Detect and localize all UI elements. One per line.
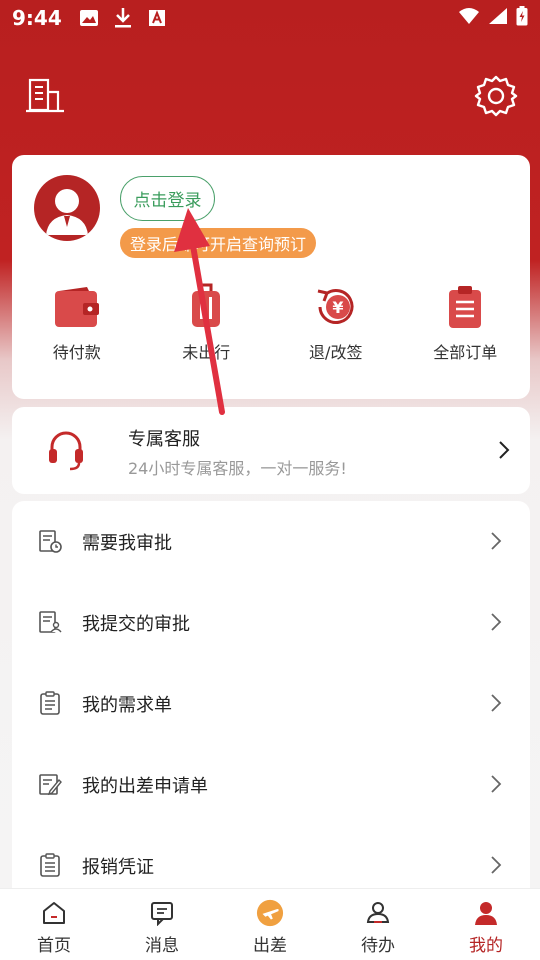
tab-label: 待办 (361, 936, 395, 956)
headset-icon (46, 427, 86, 471)
menu-item-trip-application[interactable]: 我的出差申请单 (12, 744, 530, 825)
refund-icon: ¥ (312, 283, 360, 331)
signal-icon (488, 7, 508, 29)
image-icon (78, 7, 100, 29)
order-label: 退/改签 (309, 343, 363, 362)
bottom-tabbar: 首页 消息 出差 待办 我的 (0, 888, 540, 960)
menu-label: 我提交的审批 (82, 614, 190, 635)
menu-label: 我的需求单 (82, 695, 172, 716)
customer-service-card[interactable]: 专属客服 24小时专属客服，一对一服务! (12, 407, 530, 494)
trip-application-icon (38, 772, 62, 796)
status-bar: 9:44 (0, 0, 540, 36)
settings-icon[interactable] (474, 74, 518, 118)
chevron-right-icon (490, 855, 502, 875)
order-label: 全部订单 (433, 343, 498, 362)
menu-item-approval-submitted[interactable]: 我提交的审批 (12, 582, 530, 663)
order-label: 未出行 (182, 343, 231, 362)
approval-pending-icon (38, 529, 62, 553)
menu-label: 需要我审批 (82, 533, 172, 554)
building-icon[interactable] (24, 78, 66, 114)
chevron-right-icon (490, 612, 502, 632)
profile-icon (472, 899, 500, 927)
chevron-right-icon (490, 531, 502, 551)
tab-trip[interactable]: 出差 (216, 889, 324, 960)
battery-icon (516, 6, 528, 30)
chevron-right-icon (490, 774, 502, 794)
login-button[interactable]: 点击登录 (120, 176, 215, 221)
menu-list: 需要我审批 我提交的审批 我的需求单 我的出差申请单 报销凭证 (12, 501, 530, 921)
order-item-pending-payment[interactable]: 待付款 (12, 283, 142, 363)
status-time: 9:44 (12, 6, 62, 30)
download-icon (112, 7, 134, 29)
wallet-icon (53, 283, 101, 331)
menu-item-approval-pending[interactable]: 需要我审批 (12, 501, 530, 582)
order-item-all-orders[interactable]: 全部订单 (401, 283, 531, 363)
service-title: 专属客服 (128, 429, 200, 450)
luggage-icon (182, 283, 230, 331)
login-card: 点击登录 登录后即可开启查询预订 待付款 未出行 ¥ 退/改签 全部订单 (12, 155, 530, 399)
menu-label: 报销凭证 (82, 857, 154, 878)
clipboard-icon (441, 283, 489, 331)
todo-icon (364, 899, 392, 927)
font-icon (146, 7, 168, 29)
tab-label: 出差 (253, 936, 287, 956)
svg-text:¥: ¥ (332, 298, 343, 317)
tab-home[interactable]: 首页 (0, 889, 108, 960)
order-item-not-traveled[interactable]: 未出行 (142, 283, 272, 363)
trip-icon (256, 899, 284, 927)
avatar[interactable] (34, 175, 100, 241)
tab-profile[interactable]: 我的 (432, 889, 540, 960)
approval-submitted-icon (38, 610, 62, 634)
home-icon (40, 899, 68, 927)
tab-messages[interactable]: 消息 (108, 889, 216, 960)
tab-label: 首页 (37, 936, 71, 956)
menu-label: 我的出差申请单 (82, 776, 208, 797)
login-tip-badge: 登录后即可开启查询预订 (120, 228, 316, 258)
requirement-icon (38, 691, 62, 715)
tab-label: 我的 (469, 936, 503, 956)
menu-item-requirement[interactable]: 我的需求单 (12, 663, 530, 744)
order-label: 待付款 (52, 343, 101, 362)
order-item-refund-change[interactable]: ¥ 退/改签 (271, 283, 401, 363)
message-icon (148, 899, 176, 927)
tab-label: 消息 (145, 936, 179, 956)
wifi-icon (458, 7, 480, 29)
chevron-right-icon (498, 440, 510, 460)
tab-todo[interactable]: 待办 (324, 889, 432, 960)
order-shortcuts: 待付款 未出行 ¥ 退/改签 全部订单 (12, 283, 530, 363)
chevron-right-icon (490, 693, 502, 713)
voucher-icon (38, 853, 62, 877)
service-subtitle: 24小时专属客服，一对一服务! (128, 459, 347, 478)
